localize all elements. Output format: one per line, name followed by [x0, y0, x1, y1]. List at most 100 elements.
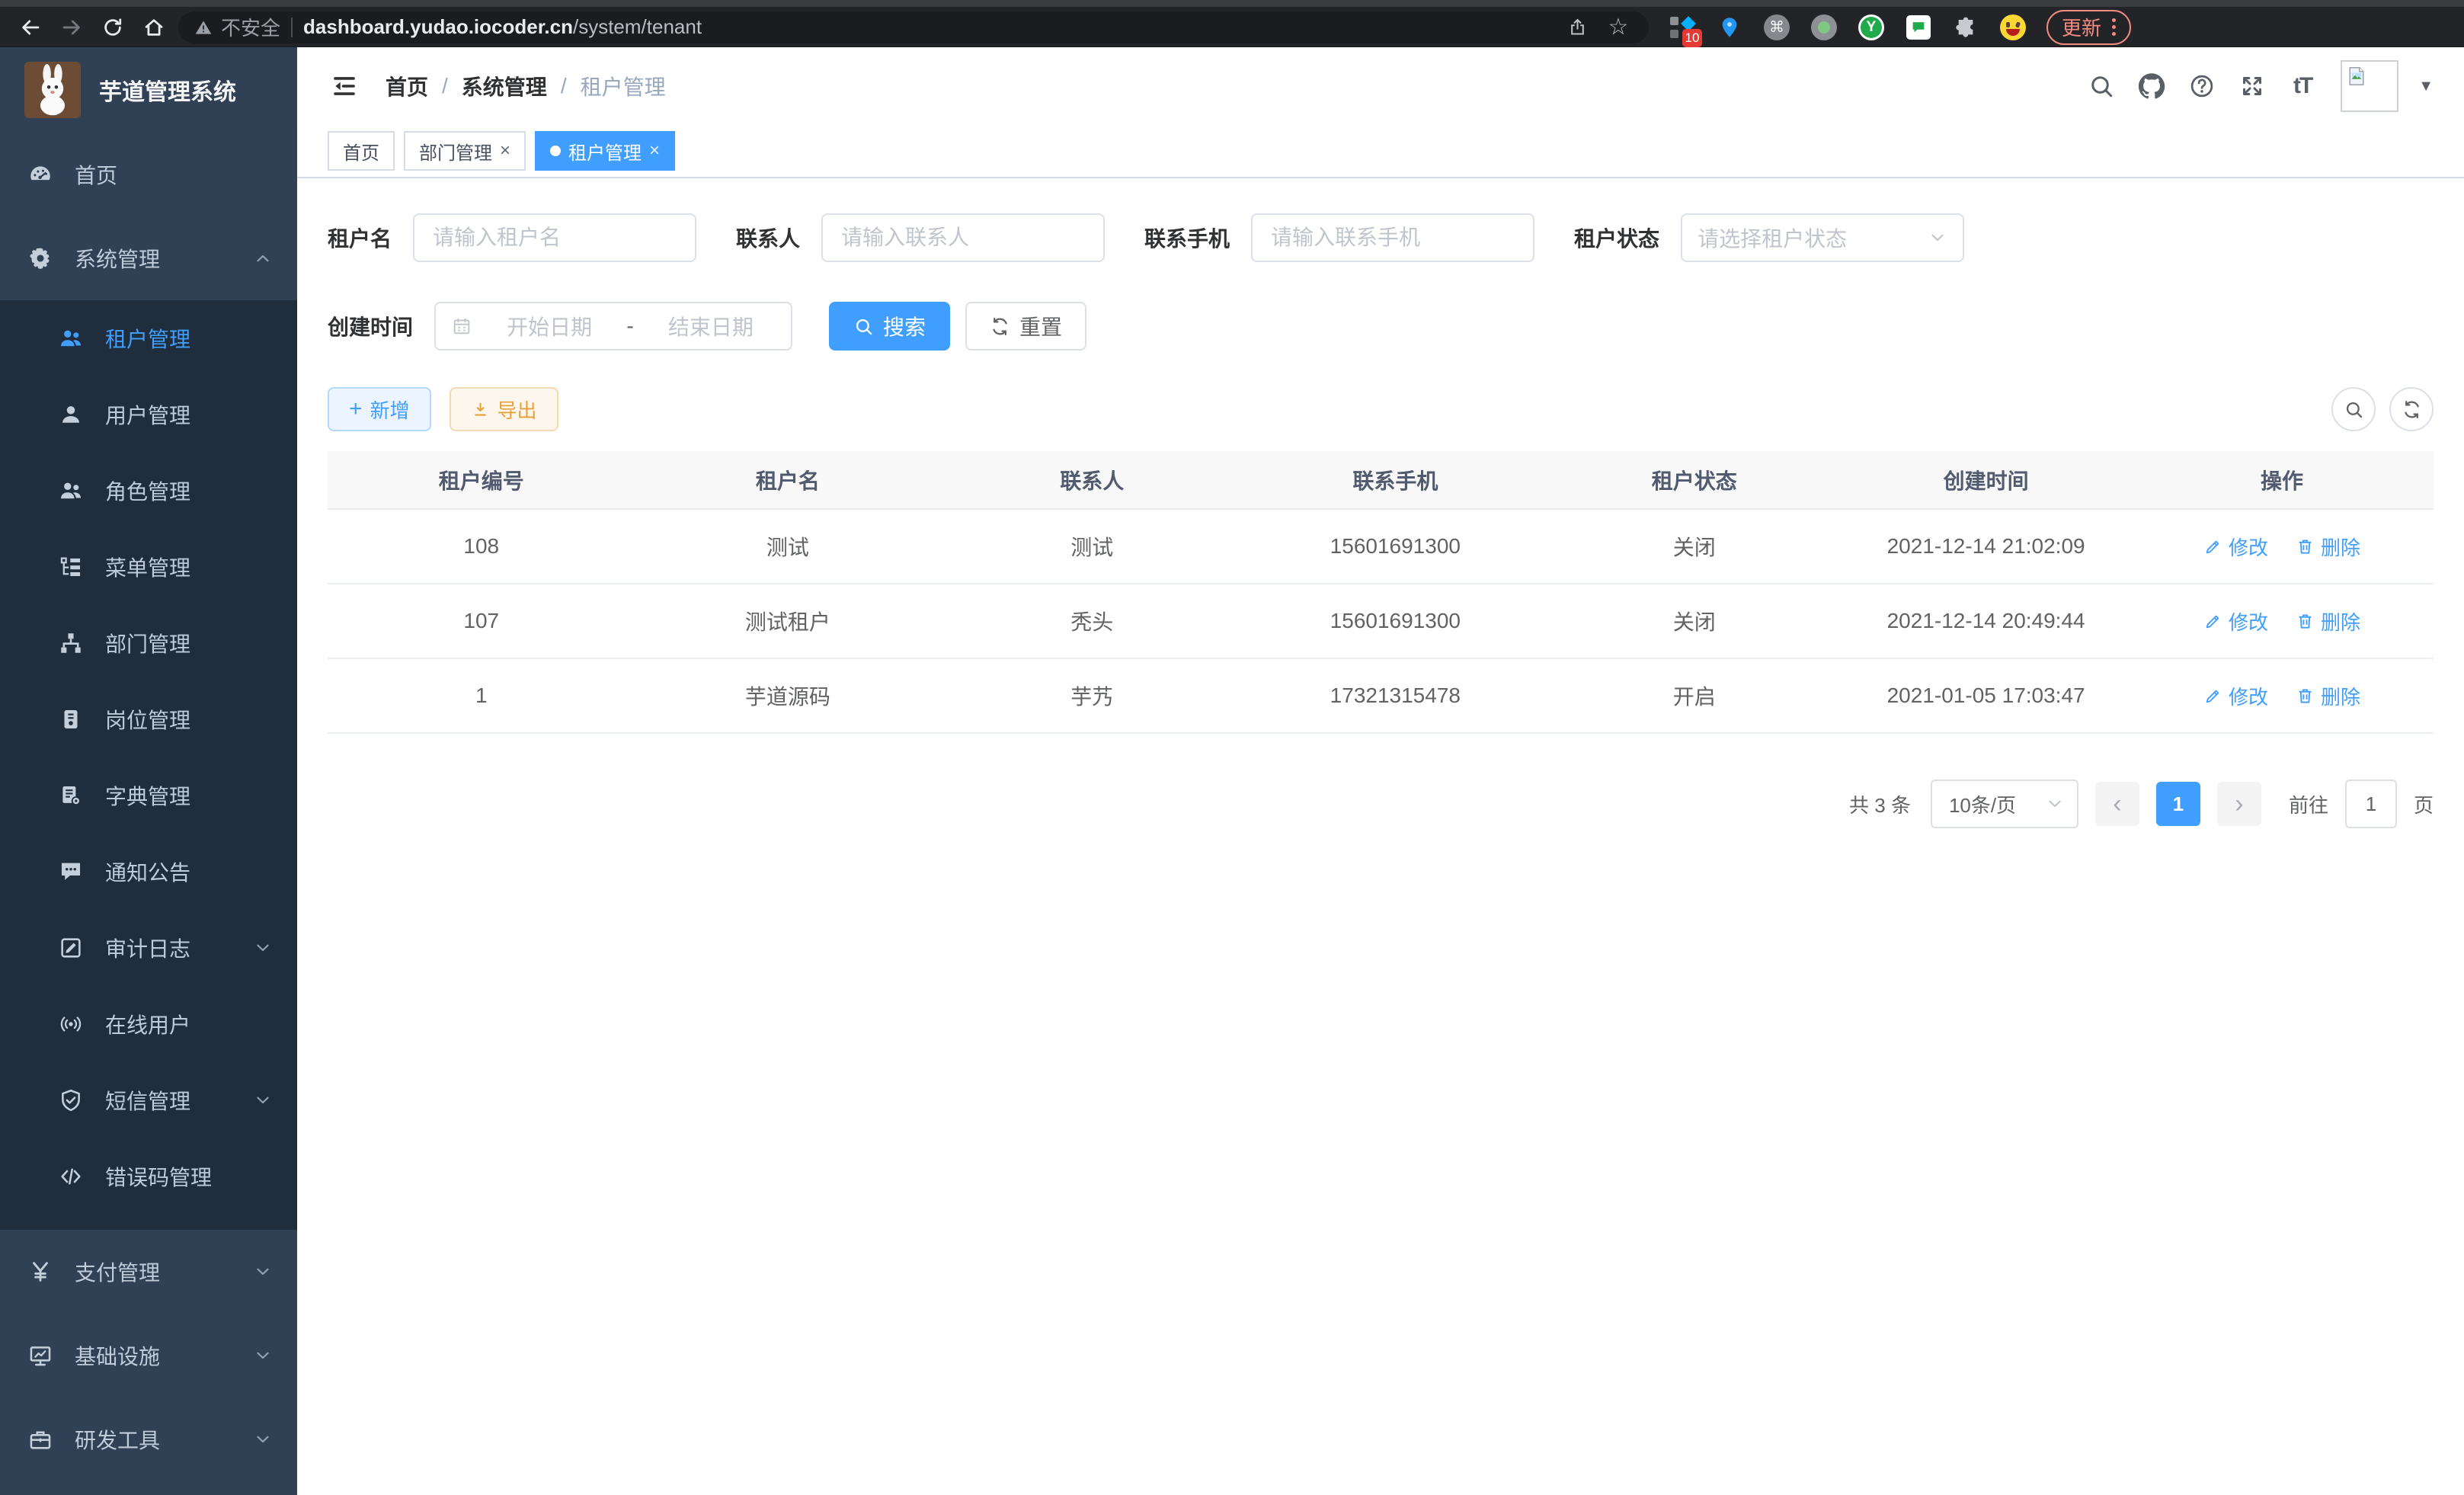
- share-icon: [1567, 17, 1588, 37]
- sidebar-item-label: 用户管理: [105, 399, 273, 430]
- sidebar-item-label: 通知公告: [105, 856, 273, 887]
- edit-row-link[interactable]: 修改: [2203, 607, 2268, 635]
- bookmark-button[interactable]: ☆: [1603, 12, 1634, 43]
- sidebar-item-post[interactable]: 岗位管理: [0, 681, 297, 757]
- browser-forward-button[interactable]: [55, 11, 88, 44]
- infra-icon: [27, 1343, 53, 1369]
- page-size-select[interactable]: 10条/页: [1931, 780, 2078, 828]
- sidebar-item-audit-log[interactable]: 审计日志: [0, 910, 297, 986]
- profile-avatar-button[interactable]: [1998, 12, 2028, 43]
- date-range-picker[interactable]: 开始日期 - 结束日期: [434, 302, 792, 351]
- extension-pin[interactable]: [1714, 12, 1745, 43]
- browser-menu-icon[interactable]: [2112, 18, 2116, 36]
- page-content: 租户名 联系人 联系手机 租户状态 请选择租户状态: [297, 178, 2464, 1495]
- goto-page-input[interactable]: [2345, 780, 2397, 828]
- column-header: 联系人: [940, 451, 1243, 509]
- mobile-input[interactable]: [1251, 213, 1534, 262]
- extension-command[interactable]: ⌘: [1762, 12, 1792, 43]
- sidebar-item-role[interactable]: 角色管理: [0, 453, 297, 529]
- pagination-total: 共 3 条: [1849, 790, 1911, 818]
- sidebar-collapse-button[interactable]: [328, 69, 361, 103]
- extension-chat[interactable]: [1903, 12, 1934, 43]
- delete-row-link[interactable]: 删除: [2296, 607, 2360, 635]
- tenant-name-input[interactable]: [413, 213, 696, 262]
- browser-toolbar: 不安全 dashboard.yudao.iocoder.cn/system/te…: [0, 7, 2464, 47]
- table-row: 107测试租户秃头15601691300关闭2021-12-14 20:49:4…: [328, 584, 2434, 658]
- table-row: 108测试测试15601691300关闭2021-12-14 21:02:09修…: [328, 509, 2434, 584]
- extension-yudao[interactable]: Y: [1856, 12, 1886, 43]
- search-button[interactable]: 搜索: [829, 302, 950, 351]
- breadcrumb-system[interactable]: 系统管理: [462, 71, 547, 101]
- user-avatar[interactable]: [2341, 60, 2398, 112]
- help-button[interactable]: [2182, 66, 2222, 106]
- edit-row-link[interactable]: 修改: [2203, 682, 2268, 710]
- browser-back-button[interactable]: [14, 11, 47, 44]
- breadcrumb-separator: /: [561, 74, 567, 98]
- cell-contact: 芋艿: [940, 658, 1243, 733]
- header-search-button[interactable]: [2082, 66, 2121, 106]
- edit-row-link[interactable]: 修改: [2203, 533, 2268, 561]
- sidebar-item-dept[interactable]: 部门管理: [0, 605, 297, 681]
- sidebar-item-system[interactable]: 系统管理: [0, 216, 297, 300]
- avatar-caret-icon[interactable]: ▼: [2418, 78, 2434, 95]
- sidebar-item-home[interactable]: 首页: [0, 133, 297, 216]
- github-button[interactable]: [2132, 66, 2171, 106]
- browser-chrome: 不安全 dashboard.yudao.iocoder.cn/system/te…: [0, 0, 2464, 47]
- reset-button[interactable]: 重置: [965, 302, 1086, 351]
- status-select[interactable]: 请选择租户状态: [1681, 213, 1964, 262]
- sidebar-item-sms[interactable]: 短信管理: [0, 1062, 297, 1138]
- browser-reload-button[interactable]: [96, 11, 130, 44]
- add-button[interactable]: + 新增: [328, 387, 431, 431]
- delete-row-link[interactable]: 删除: [2296, 682, 2360, 710]
- sidebar-item-menu[interactable]: 菜单管理: [0, 529, 297, 605]
- tab-dept[interactable]: 部门管理×: [404, 131, 526, 171]
- pagination: 共 3 条 10条/页 ‹ 1 › 前往 页: [328, 780, 2434, 828]
- sidebar-item-user[interactable]: 用户管理: [0, 376, 297, 453]
- sidebar-item-infra[interactable]: 基础设施: [0, 1314, 297, 1397]
- close-tab-icon[interactable]: ×: [649, 142, 660, 160]
- filter-status: 租户状态 请选择租户状态: [1574, 213, 1964, 262]
- next-page-button[interactable]: ›: [2217, 782, 2261, 826]
- cell-name: 测试: [635, 509, 941, 584]
- address-bar[interactable]: 不安全 dashboard.yudao.iocoder.cn/system/te…: [178, 11, 1649, 43]
- breadcrumb-home[interactable]: 首页: [386, 71, 428, 101]
- share-button[interactable]: [1562, 12, 1592, 43]
- extension-tag-assistant[interactable]: 10: [1667, 12, 1698, 43]
- fullscreen-button[interactable]: [2232, 66, 2272, 106]
- sidebar-item-tenant[interactable]: 租户管理: [0, 300, 297, 376]
- prev-page-button[interactable]: ‹: [2095, 782, 2139, 826]
- sidebar-item-notice[interactable]: 通知公告: [0, 834, 297, 910]
- sidebar-item-dev-tool[interactable]: 研发工具: [0, 1397, 297, 1481]
- font-size-icon: tT: [2293, 73, 2312, 99]
- dept-icon: [58, 630, 84, 656]
- sidebar-item-dict[interactable]: 字典管理: [0, 757, 297, 834]
- sidebar-item-online-user[interactable]: 在线用户: [0, 986, 297, 1062]
- sidebar-item-pay[interactable]: 支付管理: [0, 1230, 297, 1314]
- action-label: 删除: [2321, 533, 2360, 561]
- cell-name: 芋道源码: [635, 658, 941, 733]
- cell-actions: 修改删除: [2130, 658, 2434, 733]
- tab-home[interactable]: 首页: [328, 131, 395, 171]
- contact-input[interactable]: [821, 213, 1105, 262]
- font-size-button[interactable]: tT: [2283, 66, 2322, 106]
- browser-update-button[interactable]: 更新: [2046, 10, 2131, 45]
- status-label: 租户状态: [1574, 222, 1659, 253]
- close-tab-icon[interactable]: ×: [500, 142, 510, 160]
- command-icon: ⌘: [1764, 14, 1790, 40]
- toggle-search-button[interactable]: [2331, 387, 2376, 431]
- mobile-label: 联系手机: [1144, 222, 1230, 253]
- filter-tenant-name: 租户名: [328, 213, 696, 262]
- post-icon: [58, 706, 84, 732]
- security-warning[interactable]: 不安全: [194, 13, 280, 41]
- extensions-menu-button[interactable]: [1950, 12, 1981, 43]
- extension-status-dot[interactable]: [1809, 12, 1839, 43]
- refresh-table-button[interactable]: [2389, 387, 2434, 431]
- delete-row-link[interactable]: 删除: [2296, 533, 2360, 561]
- sidebar-item-error-code[interactable]: 错误码管理: [0, 1138, 297, 1215]
- column-header: 租户状态: [1547, 451, 1842, 509]
- browser-home-button[interactable]: [137, 11, 171, 44]
- app-logo[interactable]: 芋道管理系统: [0, 47, 297, 133]
- tab-tenant[interactable]: 租户管理×: [535, 131, 675, 171]
- current-page-button[interactable]: 1: [2156, 782, 2200, 826]
- export-button[interactable]: 导出: [450, 387, 558, 431]
